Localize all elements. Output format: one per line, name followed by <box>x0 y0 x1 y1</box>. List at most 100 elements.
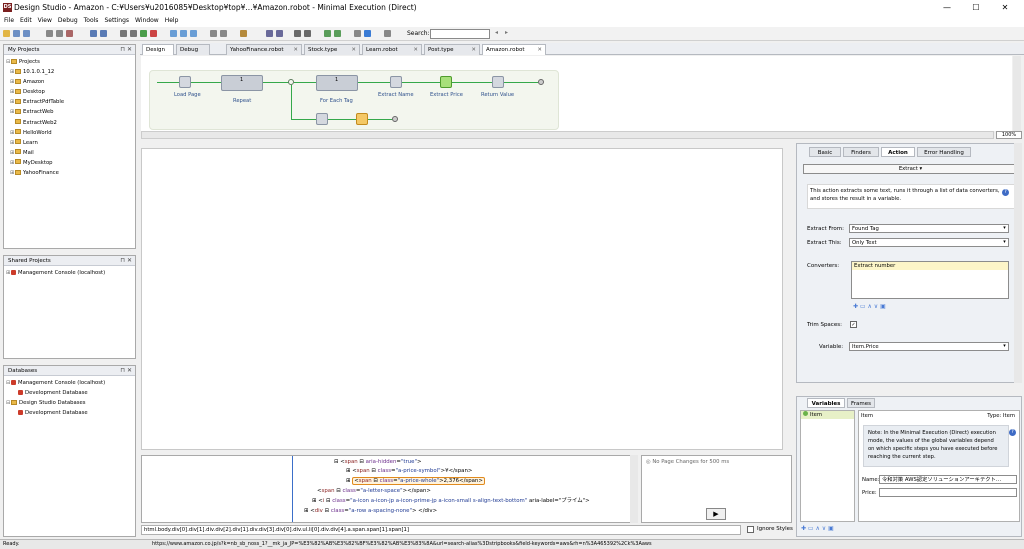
tool-icon[interactable] <box>324 30 331 37</box>
tree-item[interactable]: ⊞ 10.1.0.1_12 <box>6 67 64 77</box>
tree-item[interactable]: ⊞ YahooFinance <box>6 168 64 178</box>
cut-icon[interactable] <box>46 30 53 37</box>
zoom-select[interactable]: 100% <box>996 131 1022 139</box>
tab-stock-type[interactable]: Stock.type ✕ <box>304 44 360 55</box>
source-scrollbar[interactable] <box>630 455 638 523</box>
canvas-h-scrollbar[interactable] <box>141 131 994 139</box>
name-field[interactable]: 令和対策 AWS認定ソリューションアーキテクト… <box>879 475 1017 484</box>
step-icon[interactable] <box>120 30 127 37</box>
menu-settings[interactable]: Settings <box>101 15 132 27</box>
close-button[interactable]: ✕ <box>991 0 1019 15</box>
html-line-selected[interactable]: ⊞ <span ⊟ class="a-price-whole">2,376</s… <box>346 477 485 487</box>
return-value-step[interactable] <box>492 76 504 88</box>
search-prev-icon[interactable]: ◂ <box>495 29 498 36</box>
redo-icon[interactable] <box>100 30 107 37</box>
tree-item[interactable]: ⊞ Learn <box>6 138 64 148</box>
run-icon[interactable] <box>140 30 147 37</box>
help-icon[interactable]: ? <box>1002 189 1009 196</box>
ungroup-icon[interactable] <box>220 30 227 37</box>
open-icon[interactable] <box>3 30 10 37</box>
undo-icon[interactable] <box>90 30 97 37</box>
dom-breadcrumb[interactable]: html.body.div[0].div[1].div.div[2].div[1… <box>141 525 741 535</box>
tab-basic[interactable]: Basic <box>809 147 841 157</box>
tree-item[interactable]: ExtractWeb2 <box>6 118 64 128</box>
pin-icon[interactable]: ⊓ ✕ <box>120 256 132 266</box>
play-button[interactable]: ▶ <box>706 508 726 520</box>
window-icon[interactable] <box>294 30 301 37</box>
tab-action[interactable]: Action <box>881 147 915 157</box>
tab-amazon-robot[interactable]: Amazon.robot ✕ <box>482 44 546 55</box>
extract-from-select[interactable]: Found Tag ▾ <box>849 224 1009 233</box>
add-branch-icon[interactable] <box>180 30 187 37</box>
delete-icon[interactable] <box>66 30 73 37</box>
action-select[interactable]: Extract ▾ <box>803 164 1016 174</box>
minimize-button[interactable]: — <box>933 0 961 15</box>
variables-list[interactable]: Item <box>800 410 855 522</box>
converter-toolbar[interactable]: ✚ ▭ ∧ ∨ ▣ <box>853 303 886 310</box>
menu-debug[interactable]: Debug <box>55 15 81 27</box>
tab-yahoofinance-robot[interactable]: YahooFinance.robot ✕ <box>226 44 302 55</box>
pin-icon[interactable]: ⊓ ✕ <box>120 45 132 55</box>
tree-item[interactable]: ⊞ Amazon <box>6 77 64 87</box>
variables-toolbar[interactable]: ✚ ▭ ∧ ∨ ▣ <box>801 525 834 532</box>
tree-item[interactable]: ⊟ Projects <box>6 57 64 67</box>
menu-help[interactable]: Help <box>162 15 182 27</box>
debug-mode-button[interactable]: Debug <box>176 44 210 55</box>
html-line[interactable]: <span ⊟ class="a-letter-space"></span> <box>317 487 431 497</box>
html-source-view[interactable]: ⊟ <span ⊟ aria-hidden="true"> ⊞ <span ⊟ … <box>141 455 638 523</box>
canvas-v-scrollbar[interactable] <box>1013 56 1021 131</box>
menu-file[interactable]: File <box>1 15 17 27</box>
price-field[interactable] <box>879 488 1017 497</box>
ignore-styles-checkbox[interactable] <box>747 526 754 533</box>
tool2-icon[interactable] <box>334 30 341 37</box>
tab-error-handling[interactable]: Error Handling <box>917 147 971 157</box>
branch-step[interactable] <box>316 113 328 125</box>
tree-item[interactable]: ⊞ HelloWorld <box>6 128 64 138</box>
for-each-tag-step[interactable]: 1 <box>316 75 358 91</box>
extract-price-step[interactable] <box>440 76 452 88</box>
tab-variables[interactable]: Variables <box>807 398 845 408</box>
tree-item[interactable]: Development Database <box>6 408 105 418</box>
variable-select[interactable]: Item.Price ▾ <box>849 342 1009 351</box>
add-try-icon[interactable] <box>190 30 197 37</box>
converters-list[interactable]: Extract number <box>851 261 1009 299</box>
converter-item[interactable]: Extract number <box>852 262 1008 270</box>
tree-item[interactable]: ⊞ Management Console (localhost) <box>6 268 105 278</box>
trim-spaces-checkbox[interactable]: ✓ <box>850 321 857 328</box>
refresh-icon[interactable] <box>364 30 371 37</box>
html-line[interactable]: ⊞ <div ⊟ class="a-row a-spacing-none"> <… <box>304 507 437 517</box>
layout-icon[interactable] <box>304 30 311 37</box>
search-input[interactable] <box>430 29 490 39</box>
tab-post-type[interactable]: Post.type ✕ <box>424 44 480 55</box>
menu-window[interactable]: Window <box>132 15 162 27</box>
tree-item[interactable]: Development Database <box>6 388 105 398</box>
tab-finders[interactable]: Finders <box>843 147 879 157</box>
tree-item[interactable]: ⊞ ExtractPdfTable <box>6 97 64 107</box>
html-line[interactable]: ⊞ <span ⊟ class="a-price-symbol">¥</span… <box>346 467 472 477</box>
maximize-button[interactable]: ☐ <box>962 0 990 15</box>
branch-step-2[interactable] <box>356 113 368 125</box>
save-icon[interactable] <box>13 30 20 37</box>
tab-learn-robot[interactable]: Learn.robot ✕ <box>362 44 422 55</box>
menu-view[interactable]: View <box>35 15 55 27</box>
tab-frames[interactable]: Frames <box>847 398 875 408</box>
step-back-icon[interactable] <box>130 30 137 37</box>
export-icon[interactable] <box>240 30 247 37</box>
forward-icon[interactable] <box>276 30 283 37</box>
menu-tools[interactable]: Tools <box>81 15 102 27</box>
repeat-step[interactable]: 1 <box>221 75 263 91</box>
extract-this-select[interactable]: Only Text ▾ <box>849 238 1009 247</box>
extract-name-step[interactable] <box>390 76 402 88</box>
search-next-icon[interactable]: ▸ <box>505 29 508 36</box>
help-icon[interactable] <box>384 30 391 37</box>
load-page-step[interactable] <box>179 76 191 88</box>
tree-item[interactable]: ⊞ Desktop <box>6 87 64 97</box>
copy-icon[interactable] <box>56 30 63 37</box>
group-icon[interactable] <box>210 30 217 37</box>
settings-icon[interactable] <box>354 30 361 37</box>
tree-item[interactable]: ⊟ Design Studio Databases <box>6 398 105 408</box>
tree-item[interactable]: ⊞ MyDesktop <box>6 158 64 168</box>
variable-row[interactable]: Item <box>801 411 854 419</box>
html-line[interactable]: ⊞ <i ⊟ class="a-icon a-icon-jp a-icon-pr… <box>312 497 590 507</box>
flow-canvas[interactable]: Load Page 1 Repeat 1 For Each Tag Extrac… <box>141 56 1012 131</box>
